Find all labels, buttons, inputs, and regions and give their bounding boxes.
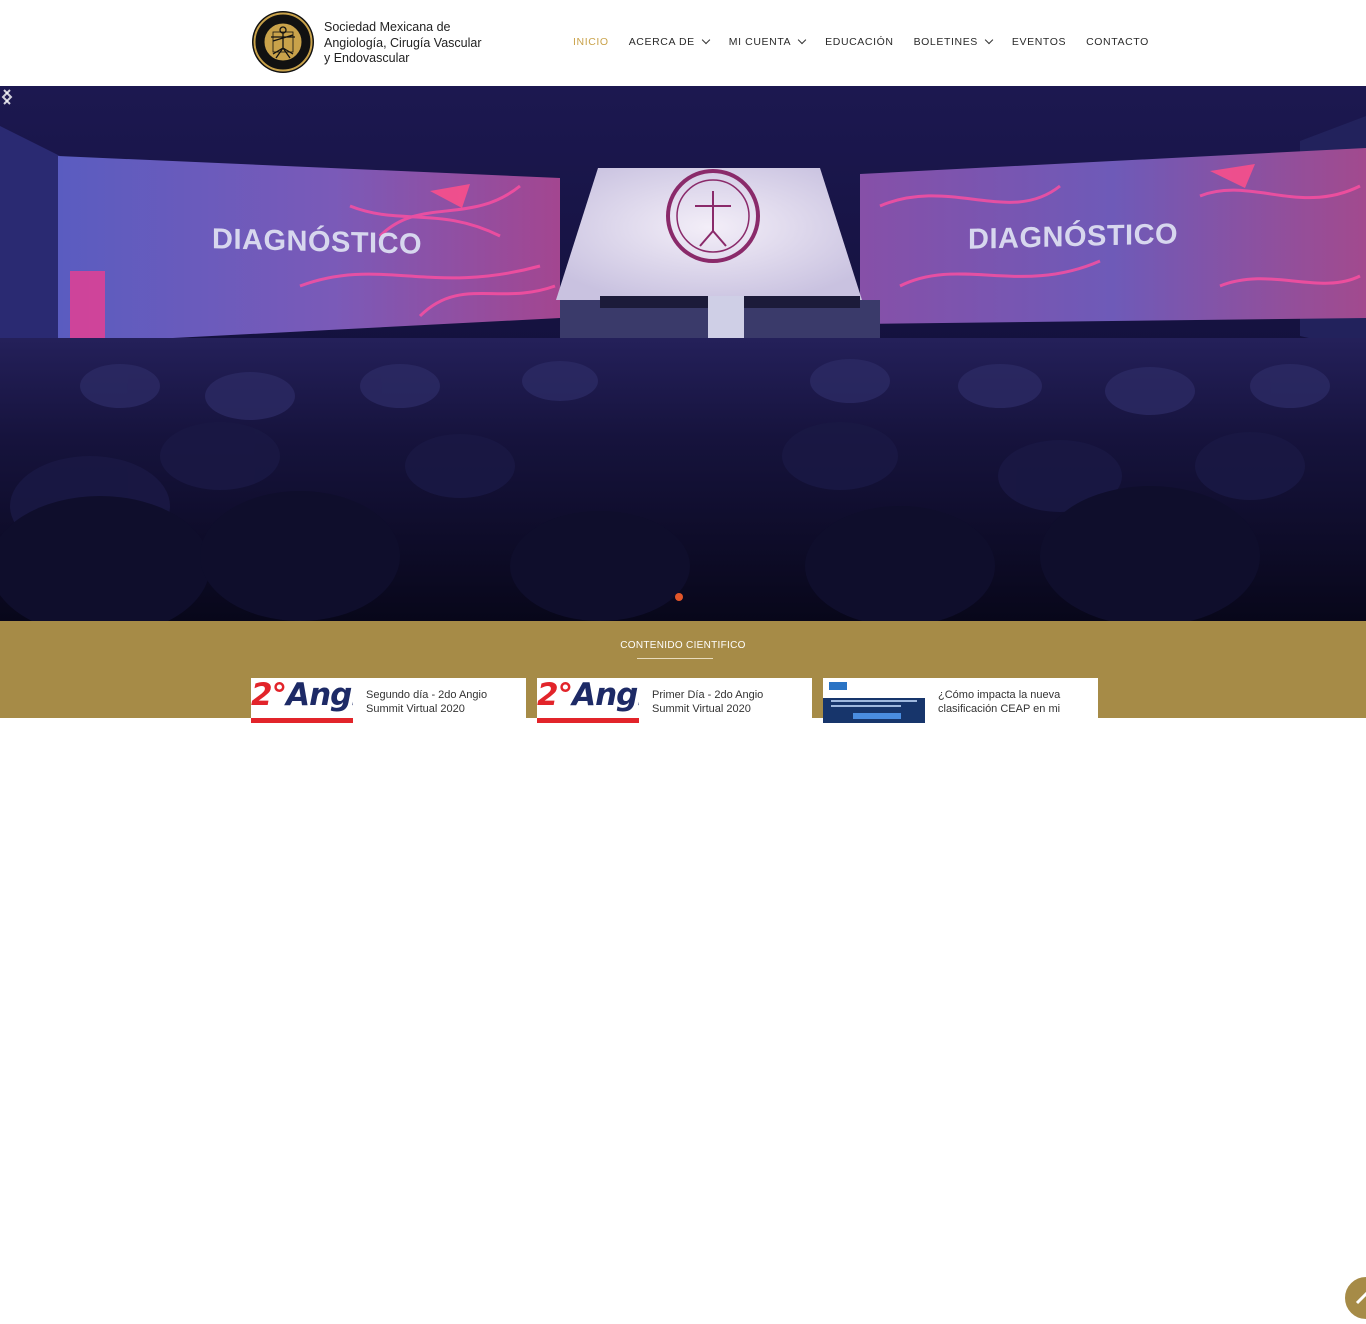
scroll-top-button[interactable] bbox=[1343, 1275, 1366, 1321]
nav-item-inicio[interactable]: INICIO bbox=[573, 36, 609, 48]
next-slide-icon[interactable] bbox=[0, 86, 14, 108]
thumbnail-bar bbox=[537, 718, 639, 723]
nav-item-eventos[interactable]: EVENTOS bbox=[1012, 36, 1066, 48]
title-divider bbox=[637, 658, 713, 659]
content-card[interactable]: ¿Cómo impacta la nueva clasificación CEA… bbox=[823, 678, 1098, 723]
nav-label: INICIO bbox=[573, 36, 609, 48]
card-title[interactable]: ¿Cómo impacta la nueva clasificación CEA… bbox=[938, 688, 1088, 716]
nav-label: MI CUENTA bbox=[728, 36, 792, 48]
nav-label: CONTACTO bbox=[1086, 36, 1149, 48]
thumbnail-button bbox=[853, 713, 901, 719]
thumbnail-logo bbox=[829, 682, 847, 690]
card-title[interactable]: Primer Día - 2do Angio Summit Virtual 20… bbox=[652, 688, 802, 716]
content-card[interactable]: 2°Angio Segundo día - 2do Angio Summit V… bbox=[251, 678, 526, 723]
screen-left-text: DIAGNÓSTICO bbox=[212, 223, 423, 261]
card-title[interactable]: Segundo día - 2do Angio Summit Virtual 2… bbox=[366, 688, 516, 716]
chevron-down-icon bbox=[701, 35, 711, 45]
nav-item-educacion[interactable]: EDUCACIÓN bbox=[825, 36, 893, 48]
nav-label: ACERCA DE bbox=[628, 36, 695, 48]
brand-line: y Endovascular bbox=[324, 51, 410, 65]
card-thumbnail: 2°Angio bbox=[537, 678, 639, 723]
card-thumbnail bbox=[823, 678, 925, 723]
hero-slider[interactable]: DIAGNÓSTICO DIAGNÓSTICO bbox=[0, 86, 1366, 621]
screen-right-text: DIAGNÓSTICO bbox=[968, 218, 1179, 256]
slide-indicator-dot[interactable] bbox=[675, 593, 683, 601]
site-header: Sociedad Mexicana de Angiología, Cirugía… bbox=[0, 0, 1366, 86]
brand-line: Angiología, Cirugía Vascular bbox=[324, 35, 482, 50]
section-title: CONTENIDO CIENTIFICO bbox=[620, 640, 746, 651]
main-nav: INICIO ACERCA DE MI CUENTA EDUCACIÓN BOL… bbox=[563, 34, 1159, 50]
nav-item-contacto[interactable]: CONTACTO bbox=[1086, 36, 1149, 48]
arrow-up-icon bbox=[1355, 1291, 1366, 1305]
thumbnail-line bbox=[831, 700, 917, 702]
nav-label: EDUCACIÓN bbox=[825, 36, 894, 48]
thumbnail-logo-text: 2°Angio bbox=[537, 678, 639, 713]
card-thumbnail: 2°Angio bbox=[251, 678, 353, 723]
chevron-down-icon bbox=[797, 35, 807, 45]
nav-item-boletines[interactable]: BOLETINES bbox=[913, 35, 994, 48]
content-card[interactable]: 2°Angio Primer Día - 2do Angio Summit Vi… bbox=[537, 678, 812, 723]
society-logo[interactable] bbox=[251, 10, 315, 74]
nav-label: EVENTOS bbox=[1011, 36, 1067, 48]
nav-item-acerca-de[interactable]: ACERCA DE bbox=[628, 35, 711, 48]
scientific-content-section: CONTENIDO CIENTIFICO 2°Angio Segundo día… bbox=[0, 621, 1366, 1321]
nav-item-mi-cuenta[interactable]: MI CUENTA bbox=[728, 35, 807, 48]
thumbnail-bar bbox=[251, 718, 353, 723]
conference-hall-image bbox=[0, 86, 1366, 621]
nav-label: BOLETINES bbox=[913, 36, 978, 48]
thumbnail-line bbox=[831, 705, 901, 707]
thumbnail-logo-text: 2°Angio bbox=[251, 678, 353, 713]
brand-line: Sociedad Mexicana de bbox=[324, 20, 451, 34]
chevron-down-icon bbox=[984, 35, 994, 45]
brand-name[interactable]: Sociedad Mexicana de Angiología, Cirugía… bbox=[324, 20, 504, 67]
